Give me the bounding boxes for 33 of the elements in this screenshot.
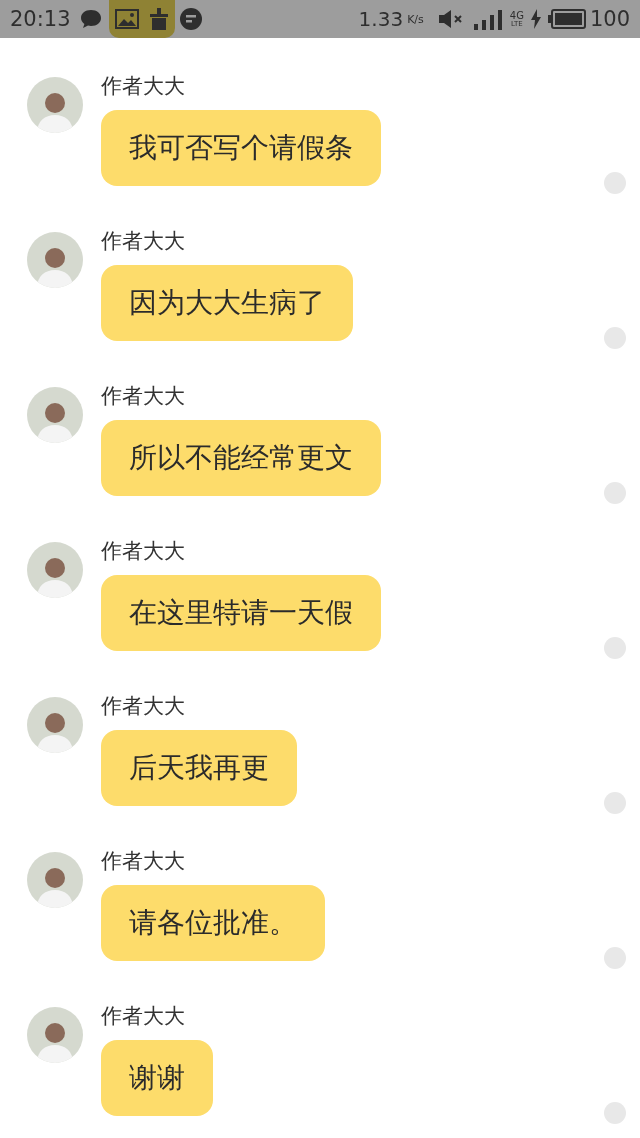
avatar[interactable] [27, 852, 83, 908]
charging-bolt-icon [529, 9, 542, 29]
muted-speaker-icon [437, 9, 464, 29]
message-bubble[interactable]: 请各位批准。 [101, 885, 325, 961]
avatar[interactable] [27, 697, 83, 753]
avatar[interactable] [27, 77, 83, 133]
avatar[interactable] [27, 232, 83, 288]
sender-name: 作者大大 [101, 75, 186, 97]
sender-name: 作者大大 [101, 385, 186, 407]
status-time: 20:13 [10, 8, 71, 30]
message-bubble[interactable]: 因为大大生病了 [101, 265, 353, 341]
message-bubble[interactable]: 谢谢 [101, 1040, 213, 1116]
network-type: 4G [509, 10, 524, 21]
chat-bubble-icon [78, 8, 103, 30]
avatar[interactable] [27, 542, 83, 598]
speed-unit: K/s [407, 13, 424, 25]
battery-icon [547, 9, 586, 29]
network-speed: 1.33 [358, 9, 404, 29]
sender-name: 作者大大 [101, 850, 186, 872]
sender-name: 作者大大 [101, 695, 186, 717]
sender-name: 作者大大 [101, 1005, 186, 1027]
avatar[interactable] [27, 387, 83, 443]
message-bubble[interactable]: 在这里特请一天假 [101, 575, 381, 651]
battery-level: 100 [589, 8, 630, 30]
sender-name: 作者大大 [101, 540, 186, 562]
sender-name: 作者大大 [101, 230, 186, 252]
message-bubble[interactable]: 后天我再更 [101, 730, 297, 806]
message-bubble[interactable]: 所以不能经常更文 [101, 420, 381, 496]
signal-icon [471, 8, 504, 30]
avatar[interactable] [27, 1007, 83, 1063]
message-icon [178, 7, 203, 31]
message-bubble[interactable]: 我可否写个请假条 [101, 110, 381, 186]
image-icon [114, 9, 139, 29]
